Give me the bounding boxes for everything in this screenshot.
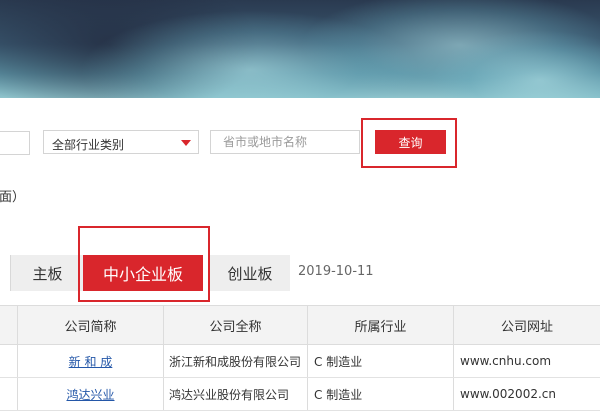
row-short-name-cell: 鸿达兴业 [18,378,164,410]
query-button[interactable]: 查询 [375,130,446,154]
row-cell-blank [0,378,18,410]
tab-gem-board[interactable]: 创业板 [210,255,290,291]
row-short-name-cell: 新 和 成 [18,345,164,377]
header-cell-blank [0,306,18,344]
tab-main-board[interactable]: 主板 [10,255,84,291]
company-full-name: 鸿达兴业股份有限公司 [164,378,308,410]
row-cell-blank [0,345,18,377]
code-input[interactable] [0,131,30,155]
header-short-name: 公司简称 [18,306,164,344]
header-banner [0,0,600,98]
industry-select-value: 全部行业类别 [52,138,125,152]
table-row: 新 和 成 浙江新和成股份有限公司 C 制造业 www.cnhu.com [0,345,600,378]
company-website: www.002002.cn [460,387,556,401]
company-industry: C 制造业 [308,378,454,410]
company-short-name-link[interactable]: 新 和 成 [69,353,113,370]
header-industry: 所属行业 [308,306,454,344]
chevron-down-icon [181,140,191,146]
region-input[interactable] [210,130,360,154]
header-full-name: 公司全称 [164,306,308,344]
table-header: 公司简称 公司全称 所属行业 公司网址 [0,305,600,345]
tab-highlight-box [78,226,210,302]
table-row: 鸿达兴业 鸿达兴业股份有限公司 C 制造业 www.002002.cn [0,378,600,411]
note-text: 面） [0,190,26,205]
list-date: 2019-10-11 [298,264,374,279]
company-website: www.cnhu.com [460,354,552,368]
company-industry: C 制造业 [308,345,454,377]
industry-select[interactable]: 全部行业类别 [43,130,199,154]
company-full-name: 浙江新和成股份有限公司 [164,345,308,377]
header-website: 公司网址 [500,319,553,335]
